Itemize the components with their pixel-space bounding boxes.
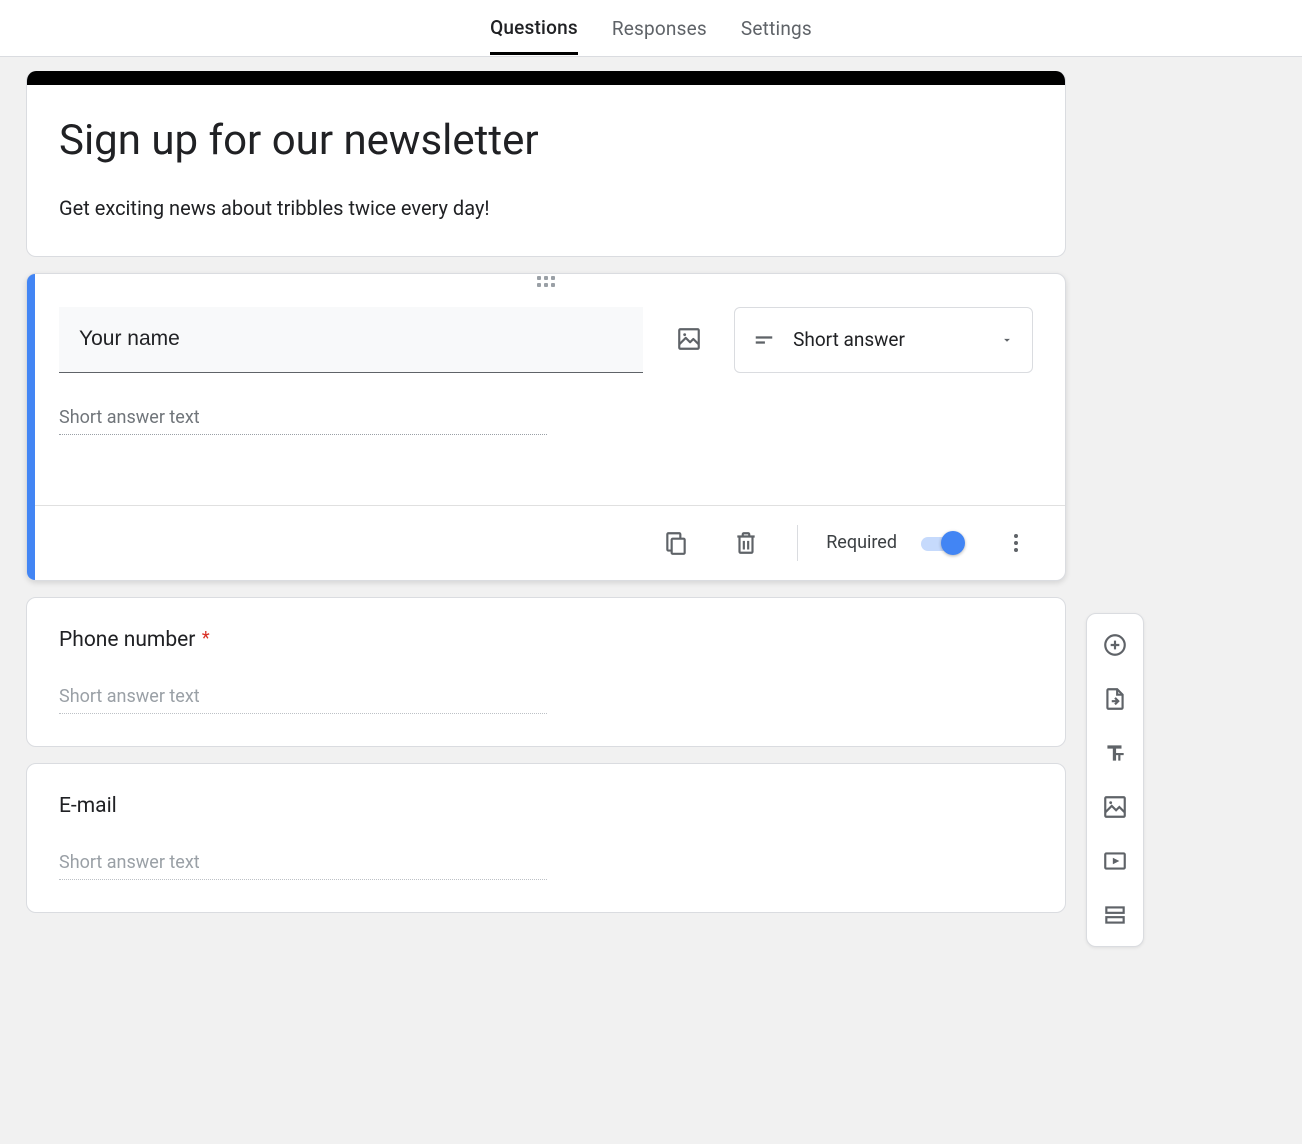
header-accent — [27, 71, 1065, 85]
add-image-button[interactable] — [1094, 786, 1136, 828]
text-icon — [1102, 740, 1128, 766]
import-questions-button[interactable] — [1094, 678, 1136, 720]
trash-icon — [733, 530, 759, 556]
tab-questions[interactable]: Questions — [490, 1, 578, 55]
chevron-down-icon — [1000, 333, 1014, 347]
question-type-label: Short answer — [793, 328, 982, 351]
question-card-active[interactable]: Short answer Short answer text Required — [26, 273, 1066, 581]
short-answer-icon — [753, 329, 775, 351]
import-icon — [1102, 686, 1128, 712]
question-type-select[interactable]: Short answer — [734, 307, 1033, 373]
answer-preview: Short answer text — [59, 686, 547, 714]
question-card[interactable]: E-mail Short answer text — [26, 763, 1066, 913]
more-vert-icon — [1004, 531, 1028, 555]
form-title[interactable]: Sign up for our newsletter — [59, 115, 1033, 168]
delete-button[interactable] — [723, 520, 769, 566]
required-toggle[interactable] — [921, 531, 969, 555]
section-icon — [1102, 902, 1128, 928]
plus-circle-icon — [1102, 632, 1128, 658]
question-card[interactable]: Phone number * Short answer text — [26, 597, 1066, 747]
add-section-button[interactable] — [1094, 894, 1136, 936]
required-asterisk: * — [197, 628, 209, 649]
drag-icon — [537, 276, 555, 287]
side-toolbar — [1086, 613, 1144, 947]
copy-icon — [663, 530, 689, 556]
add-video-button[interactable] — [1094, 840, 1136, 882]
form-canvas: Sign up for our newsletter Get exciting … — [0, 57, 1302, 969]
drag-handle[interactable] — [27, 274, 1065, 289]
add-image-button[interactable] — [665, 315, 712, 363]
answer-preview: Short answer text — [59, 407, 547, 435]
duplicate-button[interactable] — [653, 520, 699, 566]
question-footer: Required — [27, 505, 1065, 580]
image-icon — [1102, 794, 1128, 820]
form-header-card[interactable]: Sign up for our newsletter Get exciting … — [26, 71, 1066, 257]
image-icon — [676, 326, 702, 352]
video-icon — [1102, 848, 1128, 874]
tab-settings[interactable]: Settings — [741, 2, 812, 54]
question-title-input[interactable] — [59, 307, 643, 373]
question-title: E-mail — [59, 794, 1033, 818]
required-label: Required — [826, 532, 897, 553]
answer-preview: Short answer text — [59, 852, 547, 880]
add-question-button[interactable] — [1094, 624, 1136, 666]
question-title: Phone number * — [59, 628, 1033, 652]
more-options-button[interactable] — [993, 520, 1039, 566]
tab-responses[interactable]: Responses — [612, 2, 707, 54]
add-title-button[interactable] — [1094, 732, 1136, 774]
tabs-bar: Questions Responses Settings — [0, 0, 1302, 57]
divider — [797, 525, 798, 561]
form-description[interactable]: Get exciting news about tribbles twice e… — [59, 196, 1033, 220]
